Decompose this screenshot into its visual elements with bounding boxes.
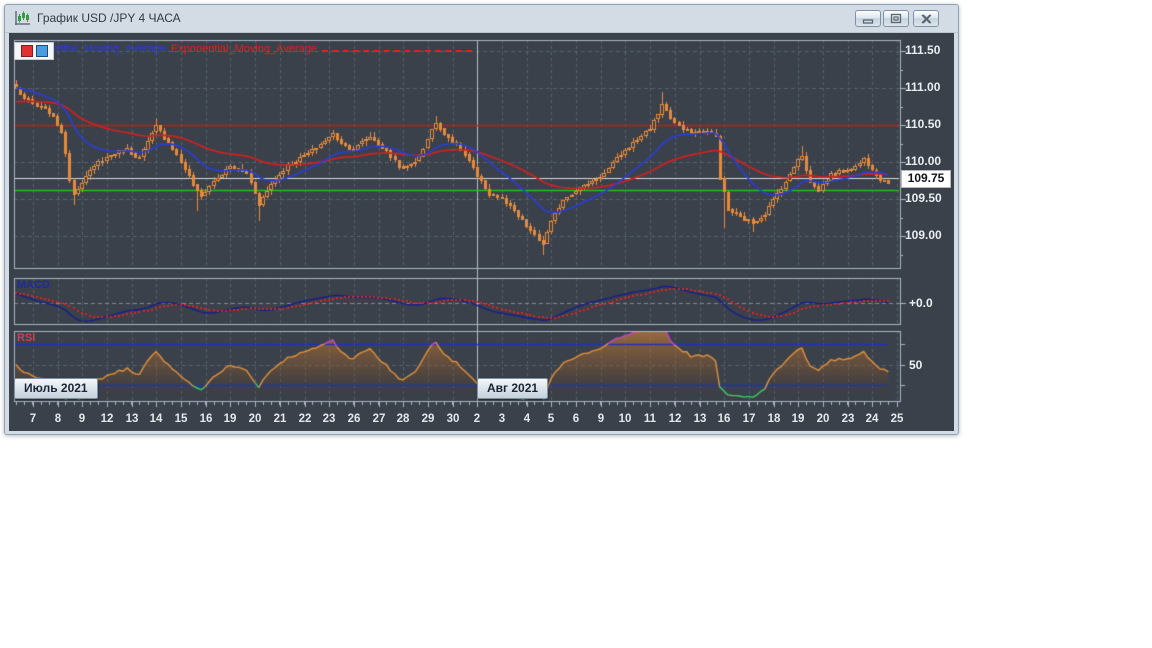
x-axis-label: 25 <box>890 413 904 425</box>
month-label-august: Авг 2021 <box>477 378 549 399</box>
legend-color-box <box>14 42 54 60</box>
indicator-legend: Exponential_Moving_Average Exponential_M… <box>20 43 472 55</box>
legend-blue-swatch <box>35 45 48 57</box>
x-axis-label: 22 <box>298 413 312 425</box>
price-tick-label: 111.50 <box>905 43 941 57</box>
restore-down-button[interactable] <box>883 10 909 27</box>
x-axis-label: 3 <box>498 413 506 425</box>
x-axis-label: 7 <box>29 413 37 425</box>
window-title-bar[interactable]: График USD /JPY 4 ЧАСА <box>5 5 958 33</box>
chart-canvas[interactable] <box>9 33 954 431</box>
price-tick-label: 110.00 <box>905 154 942 168</box>
ema-slow-legend-label: Exponential_Moving_Average <box>170 43 317 55</box>
price-tick-label: 111.00 <box>905 80 941 94</box>
chart-window: График USD /JPY 4 ЧАСА <box>4 4 959 435</box>
x-axis-label: 24 <box>865 413 879 425</box>
minimize-button[interactable] <box>855 10 881 27</box>
x-axis-label: 23 <box>322 413 336 425</box>
x-axis-label: 26 <box>347 413 361 425</box>
x-axis-label: 19 <box>223 413 237 425</box>
x-axis-label: 16 <box>717 413 731 425</box>
desktop-background: График USD /JPY 4 ЧАСА Exponential_Movin… <box>0 0 1152 648</box>
legend-red-swatch <box>20 45 33 57</box>
x-axis-label: 23 <box>841 413 855 425</box>
rsi-mid-label: 50 <box>909 358 923 372</box>
x-axis-label: 12 <box>100 413 114 425</box>
x-axis-label: 10 <box>618 413 632 425</box>
x-axis-label: 6 <box>572 413 580 425</box>
rsi-panel-label: RSI <box>17 332 36 344</box>
x-axis-label: 9 <box>597 413 605 425</box>
x-axis-label: 29 <box>421 413 435 425</box>
window-title: График USD /JPY 4 ЧАСА <box>37 11 181 25</box>
x-axis-label: 15 <box>174 413 188 425</box>
restore-down-icon <box>890 13 902 24</box>
x-axis-label: 20 <box>248 413 262 425</box>
current-price-box: 109.75 <box>901 170 951 188</box>
macd-panel-label: MACD <box>17 279 50 291</box>
x-axis-label: 5 <box>547 413 555 425</box>
x-axis-label: 2 <box>473 413 481 425</box>
x-axis-label: 11 <box>643 413 657 425</box>
x-axis-label: 9 <box>78 413 86 425</box>
x-axis-label: 14 <box>149 413 163 425</box>
x-axis-label: 13 <box>693 413 707 425</box>
x-axis-label: 27 <box>372 413 386 425</box>
x-axis-label: 13 <box>125 413 139 425</box>
price-tick-label: 109.50 <box>905 191 942 205</box>
x-axis-label: 20 <box>816 413 830 425</box>
close-button[interactable] <box>913 10 939 27</box>
x-axis-label: 12 <box>668 413 682 425</box>
x-axis-label: 4 <box>523 413 531 425</box>
chart-client-area <box>9 33 954 431</box>
x-axis-label: 28 <box>396 413 410 425</box>
month-label-july: Июль 2021 <box>14 378 98 399</box>
x-axis-label: 21 <box>273 413 287 425</box>
x-axis-label: 8 <box>54 413 62 425</box>
candlestick-chart-icon <box>15 11 30 25</box>
x-axis-label: 19 <box>791 413 805 425</box>
x-axis-label: 16 <box>199 413 213 425</box>
legend-dash-line <box>321 50 472 52</box>
x-axis-label: 18 <box>767 413 781 425</box>
x-axis-label: 30 <box>446 413 460 425</box>
macd-zero-label: +0.0 <box>909 296 933 310</box>
price-tick-label: 109.00 <box>905 228 942 242</box>
minimize-icon <box>862 18 874 24</box>
close-icon <box>921 13 932 24</box>
price-tick-label: 110.50 <box>905 117 942 131</box>
x-axis-label: 17 <box>742 413 756 425</box>
